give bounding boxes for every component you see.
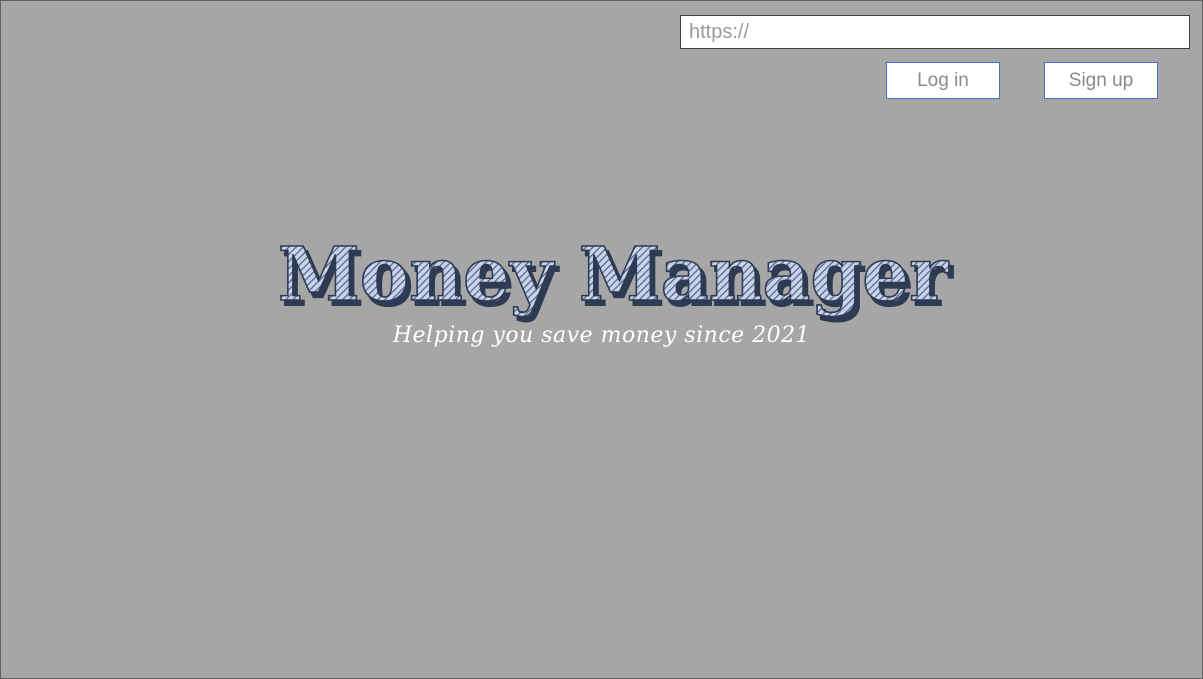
- hero-title: Money Manager: [278, 232, 949, 318]
- hero-tagline: Helping you save money since 2021: [392, 323, 811, 348]
- app-window: Log in Sign up Money Manager Money Manag…: [0, 0, 1203, 679]
- hero-title-graphic: Money Manager Money Manager: [277, 231, 954, 324]
- hero-title-container: Money Manager Money Manager: [1, 223, 1202, 333]
- signup-button[interactable]: Sign up: [1044, 62, 1158, 99]
- login-button[interactable]: Log in: [886, 62, 1000, 99]
- url-input[interactable]: [680, 15, 1190, 49]
